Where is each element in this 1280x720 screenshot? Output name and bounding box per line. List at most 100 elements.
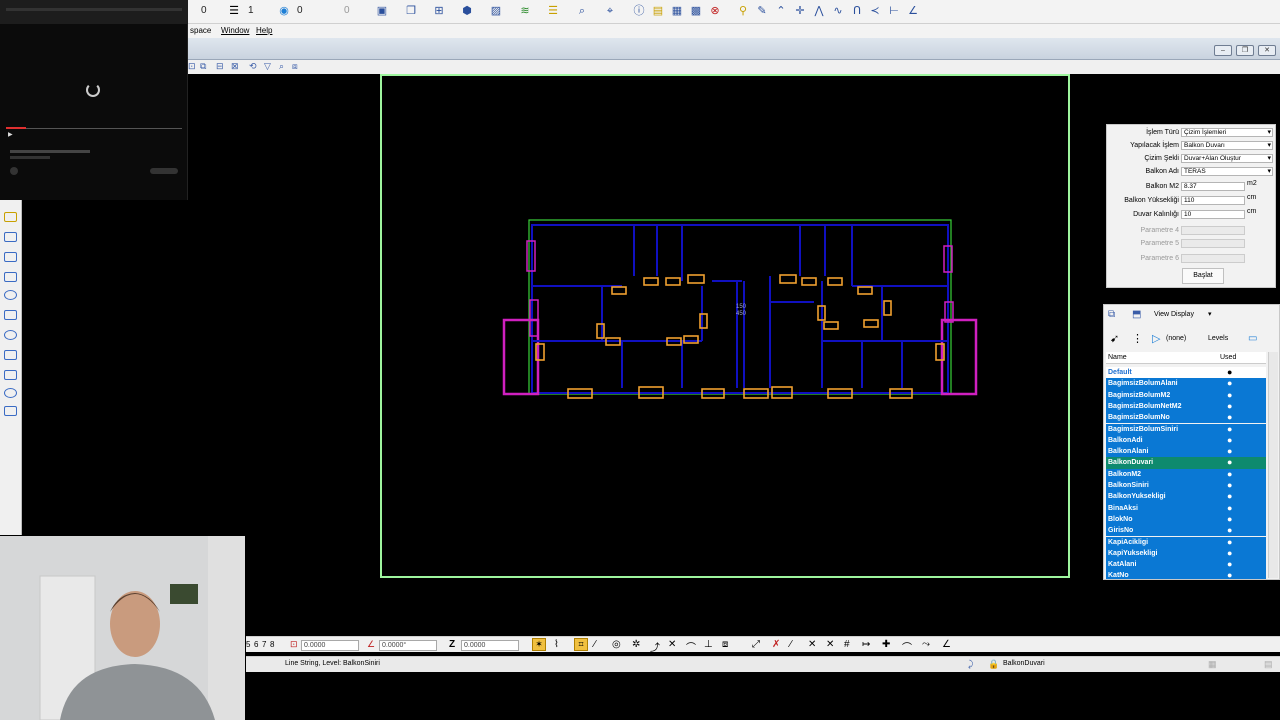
model-icon[interactable]: ▦ (1208, 659, 1217, 670)
level-row[interactable]: KatAlani ● (1106, 559, 1266, 571)
group-icon[interactable]: ⊞ (431, 3, 447, 19)
form-input[interactable]: 110 (1181, 196, 1245, 205)
snap-midpoint-icon[interactable]: ∕ (594, 639, 596, 650)
levels-select[interactable]: Levels (1208, 335, 1228, 342)
snap-perpendicular-icon[interactable]: ⊥ (704, 639, 713, 650)
copy-icon[interactable]: ❐ (403, 3, 419, 19)
rotate-view-icon[interactable]: ⟲ (249, 61, 257, 72)
snap-x-icon[interactable]: ✕ (826, 639, 834, 650)
level-row[interactable]: BalkonYuksekligi ● (1106, 491, 1266, 503)
display-settings-icon[interactable]: ▭ (1248, 333, 1257, 344)
message-center-icon[interactable]: ⤸ (968, 659, 973, 670)
start-button[interactable]: Başlat (1182, 268, 1224, 284)
level-list-scrollbar[interactable] (1268, 352, 1278, 578)
level-row[interactable]: BinaAksi ● (1106, 502, 1266, 514)
column-name-header[interactable]: Name (1108, 354, 1127, 361)
video-progress-bar[interactable] (6, 128, 182, 129)
share-icon[interactable]: ≺ (867, 3, 883, 19)
angle-icon[interactable]: ∠ (905, 3, 921, 19)
copy-view-icon[interactable]: ⧈ (292, 61, 298, 72)
folder-icon[interactable]: ▤ (650, 3, 666, 19)
snap-grid-icon[interactable]: # (844, 639, 850, 650)
snap-arrow-icon[interactable]: ↦ (862, 639, 870, 650)
x-lock-icon[interactable]: ⊡ (290, 639, 298, 650)
toolbar-transparency-value[interactable]: 0 (297, 5, 303, 16)
view-button-6[interactable]: 6 (254, 640, 258, 649)
hierarchy-icon[interactable]: ⋮ (1132, 332, 1143, 345)
zoom-icon[interactable]: ⌕ (279, 61, 284, 72)
snap-bisector-icon[interactable]: ⤴ (650, 639, 660, 654)
arc-icon[interactable]: ⌃ (773, 3, 789, 19)
active-level-display[interactable]: BalkonDuvari (1003, 660, 1045, 667)
drawing-canvas[interactable]: 150 450 (380, 74, 1070, 578)
minimize-icon[interactable]: – (1214, 45, 1232, 56)
globe-icon[interactable]: ◉ (276, 3, 292, 19)
level-row[interactable]: BlokNo ● (1106, 513, 1266, 526)
chevron-down-icon[interactable]: ▾ (1208, 310, 1212, 318)
curve-icon[interactable]: ᑎ (849, 3, 865, 19)
snap-angle-icon[interactable]: ∠ (942, 639, 951, 650)
info-icon[interactable]: ⓘ (631, 3, 647, 19)
stack-icon[interactable]: ☰ (545, 3, 561, 19)
level-manager-icon[interactable]: ⧉ (1108, 309, 1115, 320)
snap-parallel-icon[interactable]: ⧈ (722, 639, 728, 650)
restore-icon[interactable]: ❐ (1236, 45, 1254, 56)
snap-center-icon[interactable]: ◎ (612, 639, 621, 650)
snap-through-icon[interactable]: ⤢ (752, 639, 760, 650)
close-icon[interactable]: ✕ (1258, 45, 1276, 56)
rotate-tool-icon[interactable] (4, 272, 17, 282)
level-row[interactable]: BagimsizBolumNo ● (1106, 412, 1266, 424)
polyline-icon[interactable]: ⋀ (811, 3, 827, 19)
snap-tangent-icon[interactable]: ⌒ (686, 639, 696, 654)
array-tool-icon[interactable] (4, 350, 17, 360)
level-row[interactable]: BalkonDuvari ● (1106, 457, 1266, 469)
level-row[interactable]: BagimsizBolumNetM2 ● (1106, 400, 1266, 413)
flag-icon[interactable]: ▷ (1152, 332, 1160, 345)
image-icon[interactable]: ▨ (488, 3, 504, 19)
view-button-8[interactable]: 8 (270, 640, 274, 649)
snap-origin-icon[interactable]: ✲ (632, 639, 640, 650)
fit-view-icon[interactable]: ⊟ (216, 61, 224, 72)
circle-tool-icon[interactable] (4, 330, 17, 340)
z-coordinate-field[interactable]: 0.0000 (461, 640, 519, 651)
form-select[interactable]: Çizim İşlemleri (1181, 128, 1273, 137)
snap-off-icon[interactable]: ✗ (772, 639, 780, 650)
scale-tool-icon[interactable] (4, 290, 17, 300)
lock-icon[interactable]: 🔒 (988, 659, 999, 670)
menu-window[interactable]: Window (221, 26, 249, 35)
form-input[interactable]: 10 (1181, 210, 1245, 219)
search-icon[interactable]: ⌕ (574, 3, 590, 19)
play-icon[interactable]: ▶ (8, 131, 13, 138)
level-row[interactable]: KapiAcikligi ● (1106, 536, 1266, 548)
select-tool-icon[interactable] (4, 212, 17, 222)
table-icon[interactable]: ▦ (669, 3, 685, 19)
zigzag-icon[interactable]: ∿ (830, 3, 846, 19)
angle-lock-icon[interactable]: ∠ (367, 639, 375, 650)
snap-intersection-icon[interactable]: ✕ (668, 639, 676, 650)
layers-icon[interactable]: ≋ (517, 3, 533, 19)
view-display-select[interactable]: View Display (1152, 310, 1214, 320)
form-select[interactable]: Duvar+Alan Oluştur (1181, 154, 1273, 163)
form-select[interactable]: Balkon Duvarı (1181, 141, 1273, 150)
level-filter-icon[interactable]: ⬒ (1132, 309, 1141, 320)
level-row[interactable]: BalkonM2 ● (1106, 468, 1266, 480)
line-style-icon[interactable]: ☰ (226, 3, 242, 19)
level-row[interactable]: BalkonSiniri ● (1106, 480, 1266, 492)
snap-arc-icon[interactable]: ⌒ (902, 639, 912, 654)
view-attributes-icon[interactable]: ⊡ (188, 61, 196, 72)
view-button-5[interactable]: 5 (246, 640, 250, 649)
level-row[interactable]: BagimsizBolumM2 ● (1106, 389, 1266, 401)
x-coordinate-field[interactable]: 0.0000 (301, 640, 359, 651)
level-row[interactable]: GirisNo ● (1106, 525, 1266, 537)
align-tool-icon[interactable] (4, 370, 17, 380)
snap-lock-icon[interactable]: ✶ (532, 638, 546, 651)
level-row[interactable]: BalkonAdi ● (1106, 434, 1266, 447)
window-area-icon[interactable]: ⊠ (231, 61, 239, 72)
toolbar-priority-value[interactable]: 0 (344, 5, 350, 16)
level-row[interactable]: Default ● (1106, 367, 1266, 379)
snap-line-icon[interactable]: ∕ (790, 639, 792, 650)
grid-icon[interactable]: ▩ (688, 3, 704, 19)
snap-curve-icon[interactable]: ⤳ (922, 639, 930, 650)
snap-nearest-icon[interactable]: ⌗ (574, 638, 588, 651)
menu-workspace[interactable]: space (190, 26, 211, 35)
